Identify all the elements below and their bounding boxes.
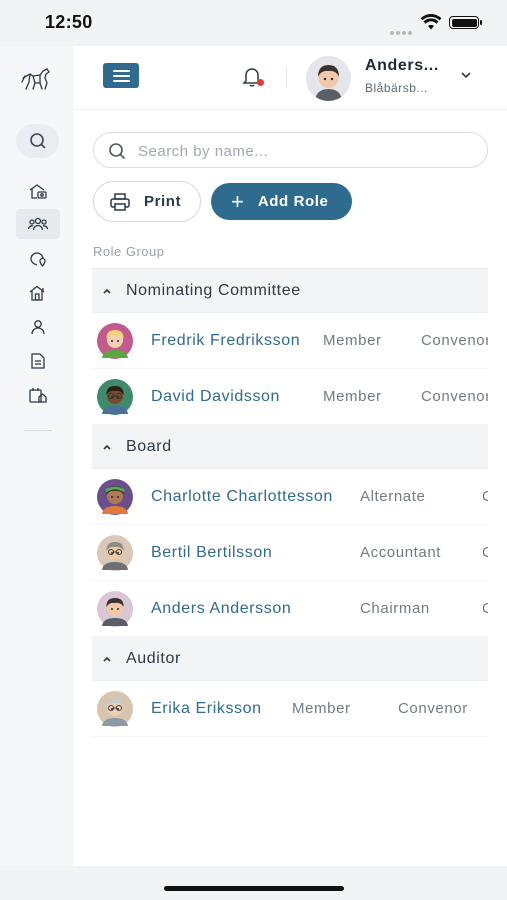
top-header: Anders... Blåbärsb... (74, 46, 507, 110)
sidebar (0, 46, 74, 866)
user-organization: Blåbärsb... (365, 81, 428, 95)
search-icon (109, 143, 126, 160)
table-row[interactable]: Fredrik Fredriksson Member Convenor (92, 313, 488, 369)
person-name[interactable]: Anders Andersson (151, 600, 291, 618)
person-icon (31, 320, 45, 335)
sidebar-item-roles[interactable] (16, 209, 60, 239)
avatar (93, 535, 137, 571)
column-header-role-group: Role Group (93, 244, 165, 259)
wifi-icon (420, 14, 442, 30)
sidebar-item-pastures[interactable] (16, 244, 60, 274)
notifications-button[interactable] (240, 64, 264, 88)
person-role: Accountant (360, 544, 442, 561)
chevron-up-icon[interactable] (100, 654, 114, 664)
location-pin-icon (30, 252, 46, 267)
add-role-button[interactable]: + Add Role (211, 183, 352, 220)
sidebar-item-stable[interactable] (16, 176, 60, 206)
person-extra-role: Convenor (398, 700, 468, 717)
chevron-down-icon[interactable] (459, 70, 473, 80)
search-field[interactable] (93, 132, 488, 168)
hamburger-icon (112, 69, 130, 72)
group-name: Auditor (126, 649, 181, 667)
group-name: Board (126, 437, 172, 455)
person-extra-role: C (482, 544, 488, 561)
cellular-signal-icon (390, 22, 414, 35)
search-input[interactable] (138, 139, 468, 163)
avatar (93, 691, 137, 727)
menu-button[interactable] (103, 63, 139, 88)
search-icon (29, 133, 46, 149)
calendar-house-icon (29, 388, 47, 403)
person-role: Member (323, 332, 382, 349)
avatar (93, 323, 137, 359)
people-group-icon (28, 217, 48, 231)
plus-icon: + (231, 188, 244, 214)
person-name[interactable]: David Davidsson (151, 388, 280, 406)
horse-logo-icon[interactable] (20, 62, 54, 96)
person-role: Member (323, 388, 382, 405)
group-name: Nominating Committee (126, 281, 301, 299)
header-separator (286, 66, 287, 88)
home-indicator[interactable] (164, 886, 344, 891)
print-button-label: Print (144, 193, 182, 210)
printer-icon (110, 192, 130, 211)
person-role: Member (292, 700, 351, 717)
role-table: Nominating Committee Fredrik Fredriksson M… (92, 268, 488, 737)
person-name[interactable]: Charlotte Charlottesson (151, 488, 333, 506)
person-name[interactable]: Fredrik Fredriksson (151, 332, 300, 350)
document-icon (31, 353, 45, 369)
avatar (93, 591, 137, 627)
sidebar-divider (24, 430, 52, 431)
avatar (93, 479, 137, 515)
sidebar-item-facilities[interactable] (16, 278, 60, 308)
table-row[interactable]: Bertil Bertilsson Accountant C (92, 525, 488, 581)
status-time: 12:50 (45, 12, 93, 32)
add-role-button-label: Add Role (257, 193, 329, 210)
notification-dot (257, 79, 264, 86)
bottom-safe-area (0, 866, 507, 900)
table-row[interactable]: Anders Andersson Chairman C (92, 581, 488, 637)
table-row[interactable]: Erika Eriksson Member Convenor (92, 681, 488, 737)
person-extra-role: C (482, 488, 488, 505)
group-row[interactable]: Nominating Committee (92, 269, 488, 313)
person-extra-role: Convenor (421, 388, 488, 405)
barn-icon (29, 285, 45, 301)
avatar[interactable] (306, 56, 351, 101)
group-row[interactable]: Board (92, 425, 488, 469)
avatar (93, 379, 137, 415)
person-extra-role: C (482, 600, 488, 617)
user-name[interactable]: Anders... (365, 57, 439, 75)
person-name[interactable]: Bertil Bertilsson (151, 544, 272, 562)
table-row[interactable]: David Davidsson Member Convenor (92, 369, 488, 425)
sidebar-item-calendar[interactable] (16, 380, 60, 410)
chevron-up-icon[interactable] (100, 442, 114, 452)
person-role: Alternate (360, 488, 426, 505)
print-button[interactable]: Print (93, 181, 201, 222)
chevron-up-icon[interactable] (100, 286, 114, 296)
sidebar-search-button[interactable] (16, 124, 59, 158)
sidebar-item-documents[interactable] (16, 346, 60, 376)
table-row[interactable]: Charlotte Charlottesson Alternate C (92, 469, 488, 525)
status-bar: 12:50 (0, 0, 507, 46)
sidebar-item-members[interactable] (16, 312, 60, 342)
person-name[interactable]: Erika Eriksson (151, 700, 262, 718)
person-extra-role: Convenor (421, 332, 488, 349)
group-row[interactable]: Auditor (92, 637, 488, 681)
battery-icon (449, 16, 482, 29)
person-role: Chairman (360, 600, 430, 617)
house-horse-icon (29, 184, 47, 199)
